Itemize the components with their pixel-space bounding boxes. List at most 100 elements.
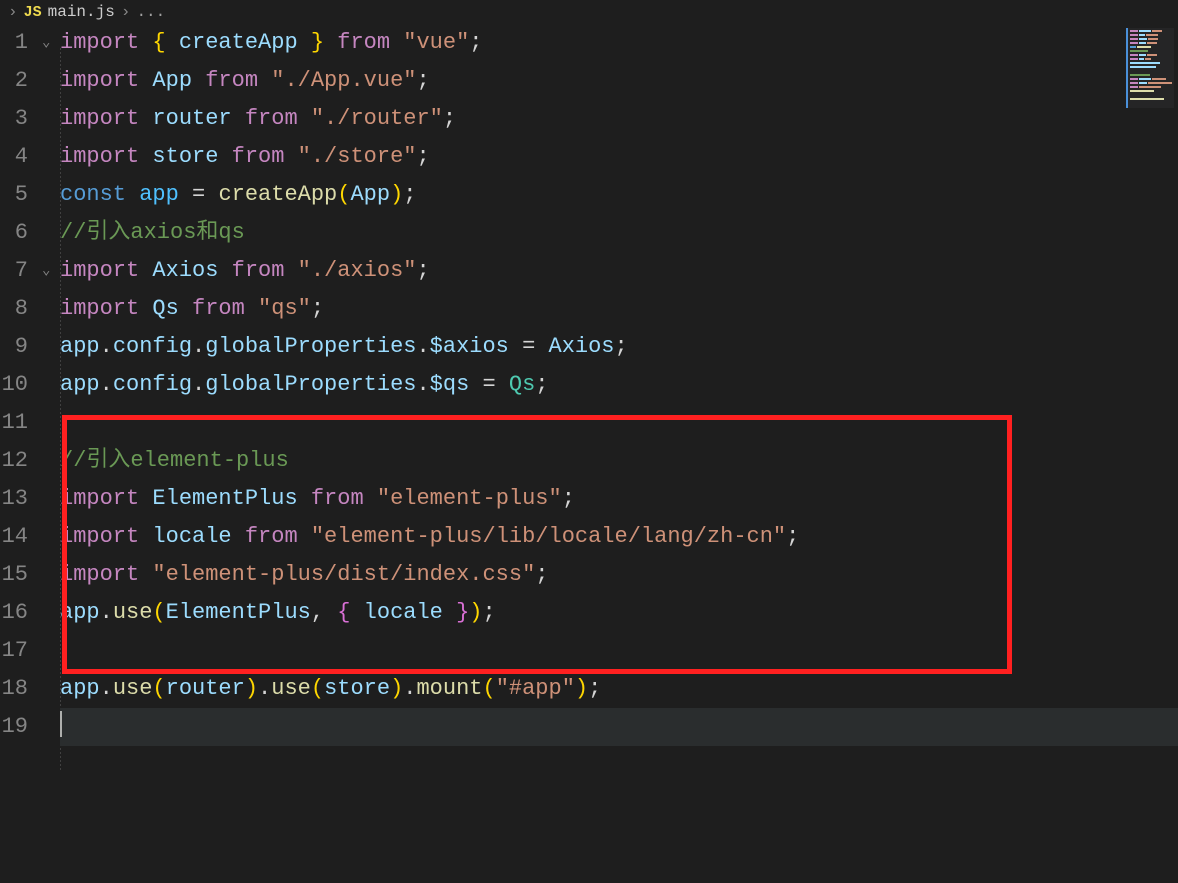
code-line[interactable]: app.use(router).use(store).mount("#app")… bbox=[60, 670, 1178, 708]
token: Qs bbox=[152, 296, 178, 321]
token: Axios bbox=[152, 258, 218, 283]
code-line[interactable]: import Axios from "./axios"; bbox=[60, 252, 1178, 290]
breadcrumb-filename[interactable]: main.js bbox=[48, 3, 115, 21]
token: from bbox=[205, 68, 258, 93]
token: ; bbox=[469, 30, 482, 55]
token: import bbox=[60, 30, 139, 55]
text-cursor bbox=[60, 711, 62, 737]
token: , bbox=[311, 600, 324, 625]
code-line[interactable]: import "element-plus/dist/index.css"; bbox=[60, 556, 1178, 594]
code-line[interactable]: import App from "./App.vue"; bbox=[60, 62, 1178, 100]
line-number: 15 bbox=[0, 556, 28, 594]
token: from bbox=[245, 524, 298, 549]
token: . bbox=[100, 334, 113, 359]
code-line[interactable]: app.config.globalProperties.$qs = Qs; bbox=[60, 366, 1178, 404]
token: ) bbox=[469, 600, 482, 625]
fold-column[interactable]: ⌄⌄ bbox=[40, 24, 60, 746]
token: ( bbox=[311, 676, 324, 701]
line-number-gutter: 12345678910111213141516171819 bbox=[0, 24, 40, 746]
token: from bbox=[311, 486, 364, 511]
line-number: 5 bbox=[0, 176, 28, 214]
chevron-right-icon: › bbox=[121, 3, 131, 21]
token: createApp bbox=[218, 182, 337, 207]
token: ; bbox=[588, 676, 601, 701]
token: "./axios" bbox=[298, 258, 417, 283]
code-line[interactable]: import { createApp } from "vue"; bbox=[60, 24, 1178, 62]
line-number: 4 bbox=[0, 138, 28, 176]
token: { bbox=[337, 600, 350, 625]
line-number: 10 bbox=[0, 366, 28, 404]
token: . bbox=[403, 676, 416, 701]
code-line[interactable] bbox=[60, 404, 1178, 442]
js-file-icon: JS bbox=[24, 4, 42, 21]
code-line[interactable]: import locale from "element-plus/lib/loc… bbox=[60, 518, 1178, 556]
token: const bbox=[60, 182, 126, 207]
chevron-down-icon[interactable]: ⌄ bbox=[42, 252, 50, 290]
token: app bbox=[60, 334, 100, 359]
code-line[interactable]: import store from "./store"; bbox=[60, 138, 1178, 176]
token: . bbox=[192, 372, 205, 397]
token: { bbox=[152, 30, 165, 55]
breadcrumb-trail[interactable]: ... bbox=[136, 3, 165, 21]
line-number: 17 bbox=[0, 632, 28, 670]
chevron-down-icon[interactable]: ⌄ bbox=[42, 24, 50, 62]
code-editor[interactable]: 12345678910111213141516171819 ⌄⌄ import … bbox=[0, 24, 1178, 746]
breadcrumb[interactable]: › JS main.js › ... bbox=[0, 0, 1178, 24]
token: . bbox=[100, 676, 113, 701]
token: import bbox=[60, 68, 139, 93]
token: ( bbox=[337, 182, 350, 207]
token: use bbox=[113, 676, 153, 701]
code-line[interactable]: //引入axios和qs bbox=[60, 214, 1178, 252]
code-line[interactable] bbox=[60, 632, 1178, 670]
token: config bbox=[113, 334, 192, 359]
code-line[interactable]: import ElementPlus from "element-plus"; bbox=[60, 480, 1178, 518]
token: ElementPlus bbox=[166, 600, 311, 625]
token: ( bbox=[152, 676, 165, 701]
code-line[interactable]: import router from "./router"; bbox=[60, 100, 1178, 138]
token: globalProperties bbox=[205, 334, 416, 359]
token: App bbox=[350, 182, 390, 207]
token: = bbox=[482, 372, 495, 397]
code-line[interactable]: app.config.globalProperties.$axios = Axi… bbox=[60, 328, 1178, 366]
token: . bbox=[100, 372, 113, 397]
token: ( bbox=[483, 676, 496, 701]
token: import bbox=[60, 524, 139, 549]
minimap[interactable] bbox=[1126, 28, 1174, 108]
token: Axios bbox=[549, 334, 615, 359]
token: app bbox=[139, 182, 179, 207]
code-line[interactable]: const app = createApp(App); bbox=[60, 176, 1178, 214]
token: ) bbox=[575, 676, 588, 701]
code-line[interactable]: import Qs from "qs"; bbox=[60, 290, 1178, 328]
code-area[interactable]: import { createApp } from "vue";import A… bbox=[60, 24, 1178, 746]
token: } bbox=[456, 600, 469, 625]
token: import bbox=[60, 258, 139, 283]
token: $qs bbox=[430, 372, 470, 397]
token: from bbox=[245, 106, 298, 131]
token: ) bbox=[390, 182, 403, 207]
token: from bbox=[232, 258, 285, 283]
line-number: 2 bbox=[0, 62, 28, 100]
line-number: 7 bbox=[0, 252, 28, 290]
token: Qs bbox=[509, 372, 535, 397]
line-number: 13 bbox=[0, 480, 28, 518]
token: ; bbox=[311, 296, 324, 321]
token: use bbox=[271, 676, 311, 701]
line-number: 19 bbox=[0, 708, 28, 746]
token: . bbox=[100, 600, 113, 625]
token: store bbox=[152, 144, 218, 169]
token: ; bbox=[416, 144, 429, 169]
token: app bbox=[60, 600, 100, 625]
token: createApp bbox=[179, 30, 298, 55]
token: import bbox=[60, 296, 139, 321]
token: ( bbox=[152, 600, 165, 625]
token: locale bbox=[152, 524, 231, 549]
token: import bbox=[60, 562, 139, 587]
token: } bbox=[311, 30, 324, 55]
code-line[interactable] bbox=[60, 708, 1178, 746]
code-line[interactable]: app.use(ElementPlus, { locale }); bbox=[60, 594, 1178, 632]
token: = bbox=[192, 182, 205, 207]
token: ; bbox=[786, 524, 799, 549]
token: "#app" bbox=[496, 676, 575, 701]
code-line[interactable]: //引入element-plus bbox=[60, 442, 1178, 480]
token: ) bbox=[390, 676, 403, 701]
